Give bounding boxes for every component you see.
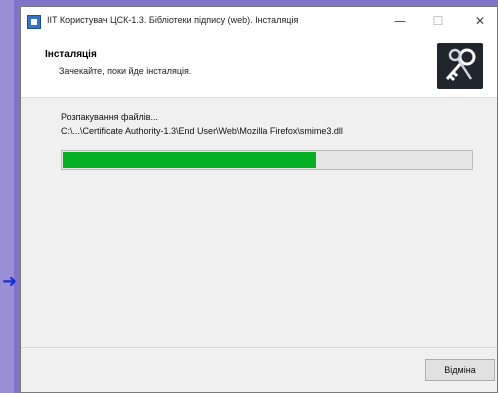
arrow-right-icon: ➜ (2, 271, 18, 292)
wizard-footer: Відміна (21, 347, 497, 392)
app-icon (27, 15, 41, 29)
wizard-content: Розпакування файлів... C:\...\Certificat… (21, 98, 497, 348)
close-button[interactable]: ✕ (467, 11, 493, 31)
wizard-header: Інсталяція Зачекайте, поки йде інсталяці… (21, 37, 497, 98)
installer-window: IIT Користувач ЦСК-1.3. Бібліотеки підпи… (20, 6, 498, 393)
keys-icon (437, 43, 483, 89)
minimize-button[interactable]: — (387, 11, 413, 31)
header-title: Інсталяція (45, 49, 97, 60)
progress-bar (61, 150, 473, 170)
maximize-button[interactable]: ☐ (425, 11, 451, 31)
status-text: Розпакування файлів... (61, 112, 159, 122)
header-subtitle: Зачекайте, поки йде інсталяція. (59, 66, 192, 76)
progress-fill (63, 152, 316, 168)
cancel-button[interactable]: Відміна (425, 359, 495, 381)
current-file-path: C:\...\Certificate Authority-1.3\End Use… (61, 126, 343, 136)
title-bar: IIT Користувач ЦСК-1.3. Бібліотеки підпи… (21, 7, 497, 37)
window-title: IIT Користувач ЦСК-1.3. Бібліотеки підпи… (47, 15, 299, 25)
